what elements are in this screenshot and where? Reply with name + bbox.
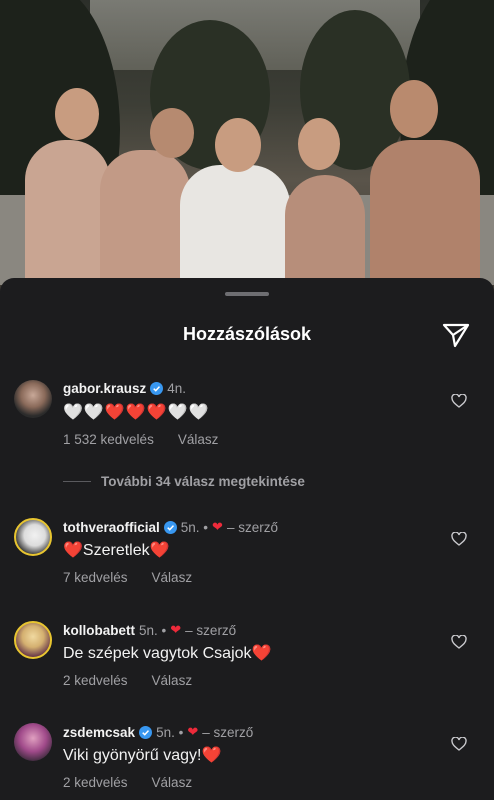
- comment-text: De szépek vagytok Csajok❤️: [63, 645, 272, 662]
- comment-username[interactable]: gabor.krausz: [63, 381, 146, 396]
- comment-username[interactable]: zsdemcsak: [63, 725, 135, 740]
- heart-outline-icon[interactable]: [451, 532, 467, 546]
- heart-outline-icon[interactable]: [451, 635, 467, 649]
- comment-text: Viki gyönyörű vagy!❤️: [63, 747, 222, 764]
- comment-likes[interactable]: 7 kedvelés: [63, 570, 128, 585]
- author-label: – szerző: [202, 724, 254, 740]
- send-icon[interactable]: [442, 322, 470, 348]
- reply-button[interactable]: Válasz: [152, 570, 193, 585]
- author-liked-heart-icon: ❤: [170, 622, 182, 637]
- avatar[interactable]: [14, 621, 52, 659]
- comments-sheet: Hozzászólások gabor.krausz 4n. 🤍🤍❤️❤️❤️🤍…: [0, 278, 494, 800]
- author-liked-heart-icon: ❤: [212, 519, 223, 534]
- comment-time: 5n. •: [156, 724, 184, 740]
- comment-username[interactable]: tothveraofficial: [63, 520, 160, 535]
- verified-badge-icon: [150, 382, 164, 395]
- verified-badge-icon: [139, 725, 153, 739]
- sheet-title: Hozzászólások: [182, 324, 312, 344]
- avatar[interactable]: [14, 518, 52, 556]
- avatar[interactable]: [14, 380, 52, 418]
- reply-button[interactable]: Válasz: [152, 775, 193, 790]
- comment-likes[interactable]: 2 kedvelés: [63, 775, 128, 790]
- view-more-replies-button[interactable]: További 34 válasz megtekintése: [63, 474, 305, 489]
- avatar[interactable]: [14, 723, 52, 761]
- comment-time: 5n. •: [139, 622, 167, 638]
- comment-likes[interactable]: 1 532 kedvelés: [63, 432, 154, 447]
- author-label: – szerző: [185, 622, 237, 638]
- author-label: – szerző: [226, 519, 278, 535]
- reply-button[interactable]: Válasz: [152, 673, 193, 688]
- comment-likes[interactable]: 2 kedvelés: [63, 673, 128, 688]
- comment-text: ❤️Szeretlek❤️: [63, 542, 170, 559]
- heart-outline-icon[interactable]: [451, 394, 467, 408]
- comment-time: 5n. •: [180, 519, 209, 535]
- verified-badge-icon: [163, 520, 177, 534]
- reply-button[interactable]: Válasz: [178, 432, 219, 447]
- comment-username[interactable]: kollobabett: [63, 623, 135, 638]
- comment-text: 🤍🤍❤️❤️❤️🤍🤍: [63, 404, 210, 421]
- more-replies-label: További 34 válasz megtekintése: [101, 474, 305, 489]
- drag-handle[interactable]: [225, 292, 269, 296]
- comment-time: 4n.: [167, 381, 187, 396]
- post-photo: [0, 0, 494, 300]
- author-liked-heart-icon: ❤: [187, 724, 199, 739]
- heart-outline-icon[interactable]: [451, 737, 467, 751]
